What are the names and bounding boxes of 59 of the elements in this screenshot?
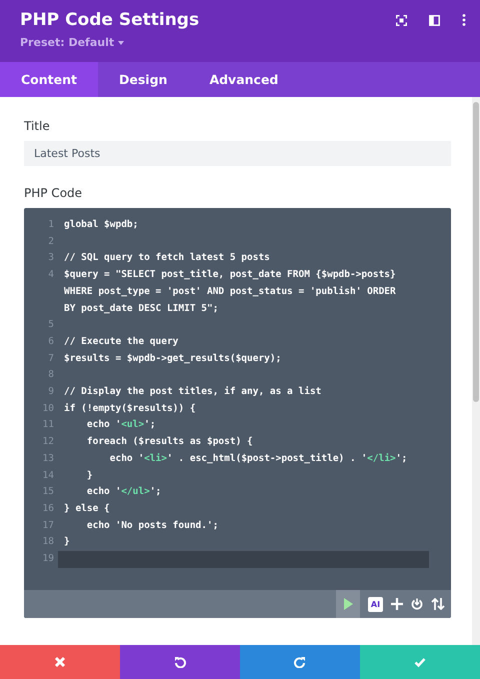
redo-icon [294, 656, 306, 668]
check-icon [414, 656, 426, 668]
code-line: // SQL query to fetch latest 5 posts [64, 251, 271, 266]
code-line: } [86, 468, 94, 483]
line-number: 2 [47, 234, 54, 249]
ai-button[interactable]: AI [368, 596, 383, 612]
code-line: echo '<ul>'; [86, 418, 157, 432]
line-number: 11 [42, 418, 54, 432]
caret-icon [118, 40, 124, 44]
line-number: 17 [42, 518, 54, 533]
field-label: Title [24, 119, 51, 133]
tab[interactable]: Advanced [188, 62, 300, 97]
code-line: if (!empty($results)) { [64, 402, 197, 416]
undo-icon [174, 656, 186, 668]
line-number: 14 [42, 468, 54, 483]
code-line: $results = $wpdb->get_results($query); [64, 352, 282, 366]
power-icon [411, 598, 423, 610]
code-line: // Execute the query [64, 334, 180, 349]
play-icon [344, 598, 352, 610]
line-number: 1 [47, 218, 54, 232]
line-number: 13 [42, 452, 54, 466]
line-number: 5 [47, 318, 54, 332]
tab[interactable]: Design [98, 62, 188, 97]
plus-icon [391, 598, 403, 610]
panel-title: PHP Code Settings [20, 10, 200, 30]
scrollbar[interactable] [472, 97, 480, 645]
columns-icon[interactable] [429, 14, 440, 26]
code-line: // Display the post titles, if any, as a list [64, 385, 322, 400]
line-number: 6 [47, 334, 54, 349]
focus-icon[interactable] [396, 14, 407, 26]
line-number: 12 [42, 435, 54, 450]
code-line: echo '</ul>'; [86, 485, 162, 500]
code-line: global $wpdb; [64, 218, 140, 232]
line-number: 18 [42, 535, 54, 550]
line-number: 8 [47, 368, 54, 382]
code-line: foreach ($results as $post) { [86, 435, 254, 450]
code-line: } else { [64, 502, 111, 516]
line-number: 16 [42, 502, 54, 516]
line-number: 19 [42, 552, 54, 566]
line-number: 7 [47, 352, 54, 366]
code-line: echo '<li>' . esc_html($post->post_title) . '</li>'; [108, 452, 408, 466]
more-icon[interactable] [462, 14, 466, 26]
code-line: echo 'No posts found.'; [86, 518, 220, 533]
tab[interactable]: Content [0, 62, 98, 97]
sort-icon [431, 598, 445, 610]
line-number: 4 [47, 268, 54, 282]
code-line: $query = "SELECT post_title, post_date FROM {$wpdb->posts} [64, 268, 397, 282]
code-line: BY post_date DESC LIMIT 5"; [64, 302, 220, 316]
line-number: 9 [47, 385, 54, 400]
line-number: 3 [47, 251, 54, 266]
line-number: 15 [42, 485, 54, 500]
code-editor[interactable] [24, 208, 451, 618]
code-line: } [64, 535, 71, 550]
code-line: WHERE post_type = 'post' AND post_status = 'publish' ORDER [64, 284, 397, 299]
title-input[interactable]: Latest Posts [24, 141, 451, 166]
preset-dropdown[interactable]: Preset: Default [20, 36, 124, 49]
line-number: 10 [42, 402, 54, 416]
field-label: PHP Code [24, 186, 84, 200]
close-icon [54, 656, 66, 668]
